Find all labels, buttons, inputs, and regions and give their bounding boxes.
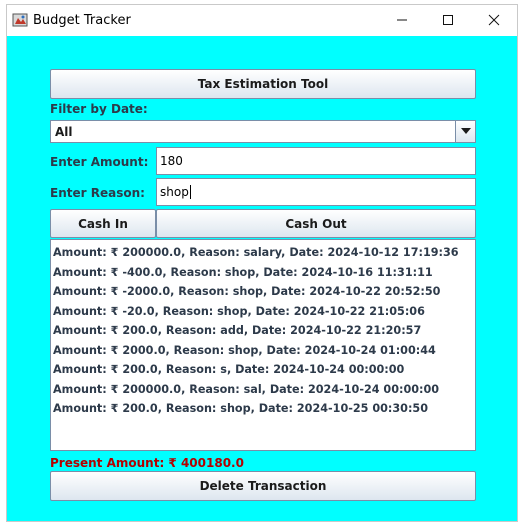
present-amount: Present Amount: ₹ 400180.0 [50,456,244,470]
amount-value: 180 [160,154,183,168]
list-item[interactable]: Amount: ₹ 2000.0, Reason: shop, Date: 20… [53,341,475,361]
list-item[interactable]: Amount: ₹ 200000.0, Reason: salary, Date… [53,243,475,263]
main-panel: Tax Estimation Tool Filter by Date: All … [7,36,517,521]
list-item[interactable]: Amount: ₹ -20.0, Reason: shop, Date: 202… [53,302,475,322]
list-item[interactable]: Amount: ₹ 200.0, Reason: add, Date: 2024… [53,321,475,341]
amount-label: Enter Amount: [50,155,149,169]
maximize-icon [443,15,453,25]
list-item[interactable]: Amount: ₹ -2000.0, Reason: shop, Date: 2… [53,282,475,302]
list-item[interactable]: Amount: ₹ 200.0, Reason: s, Date: 2024-1… [53,360,475,380]
transaction-list[interactable]: Amount: ₹ 200000.0, Reason: salary, Date… [50,239,476,451]
app-icon [12,13,28,27]
list-item[interactable]: Amount: ₹ -400.0, Reason: shop, Date: 20… [53,263,475,283]
tax-estimation-button[interactable]: Tax Estimation Tool [50,69,476,99]
list-item[interactable]: Amount: ₹ 200000.0, Reason: sal, Date: 2… [53,380,475,400]
minimize-icon [397,19,407,21]
dropdown-arrow-button[interactable] [455,121,475,142]
title-bar[interactable]: Budget Tracker [7,5,517,35]
filter-label: Filter by Date: [50,102,148,116]
date-filter-value: All [55,124,73,139]
list-item[interactable]: Amount: ₹ 200.0, Reason: shop, Date: 202… [53,399,475,419]
chevron-down-icon [460,128,471,134]
date-filter-select[interactable]: All [50,120,476,143]
cash-out-button[interactable]: Cash Out [156,209,476,238]
budget-tracker-window: Budget Tracker Tax Estimation Tool Filte… [6,4,518,522]
delete-transaction-button[interactable]: Delete Transaction [50,471,476,501]
close-button[interactable] [471,5,517,35]
close-icon [488,14,500,26]
text-caret [189,185,191,199]
reason-label: Enter Reason: [50,186,145,200]
reason-field[interactable]: shop [156,178,476,206]
cash-in-button[interactable]: Cash In [50,209,156,238]
reason-value: shop [160,185,189,199]
maximize-button[interactable] [425,5,471,35]
window-title: Budget Tracker [33,12,131,28]
minimize-button[interactable] [379,5,425,35]
amount-field[interactable]: 180 [156,147,476,175]
